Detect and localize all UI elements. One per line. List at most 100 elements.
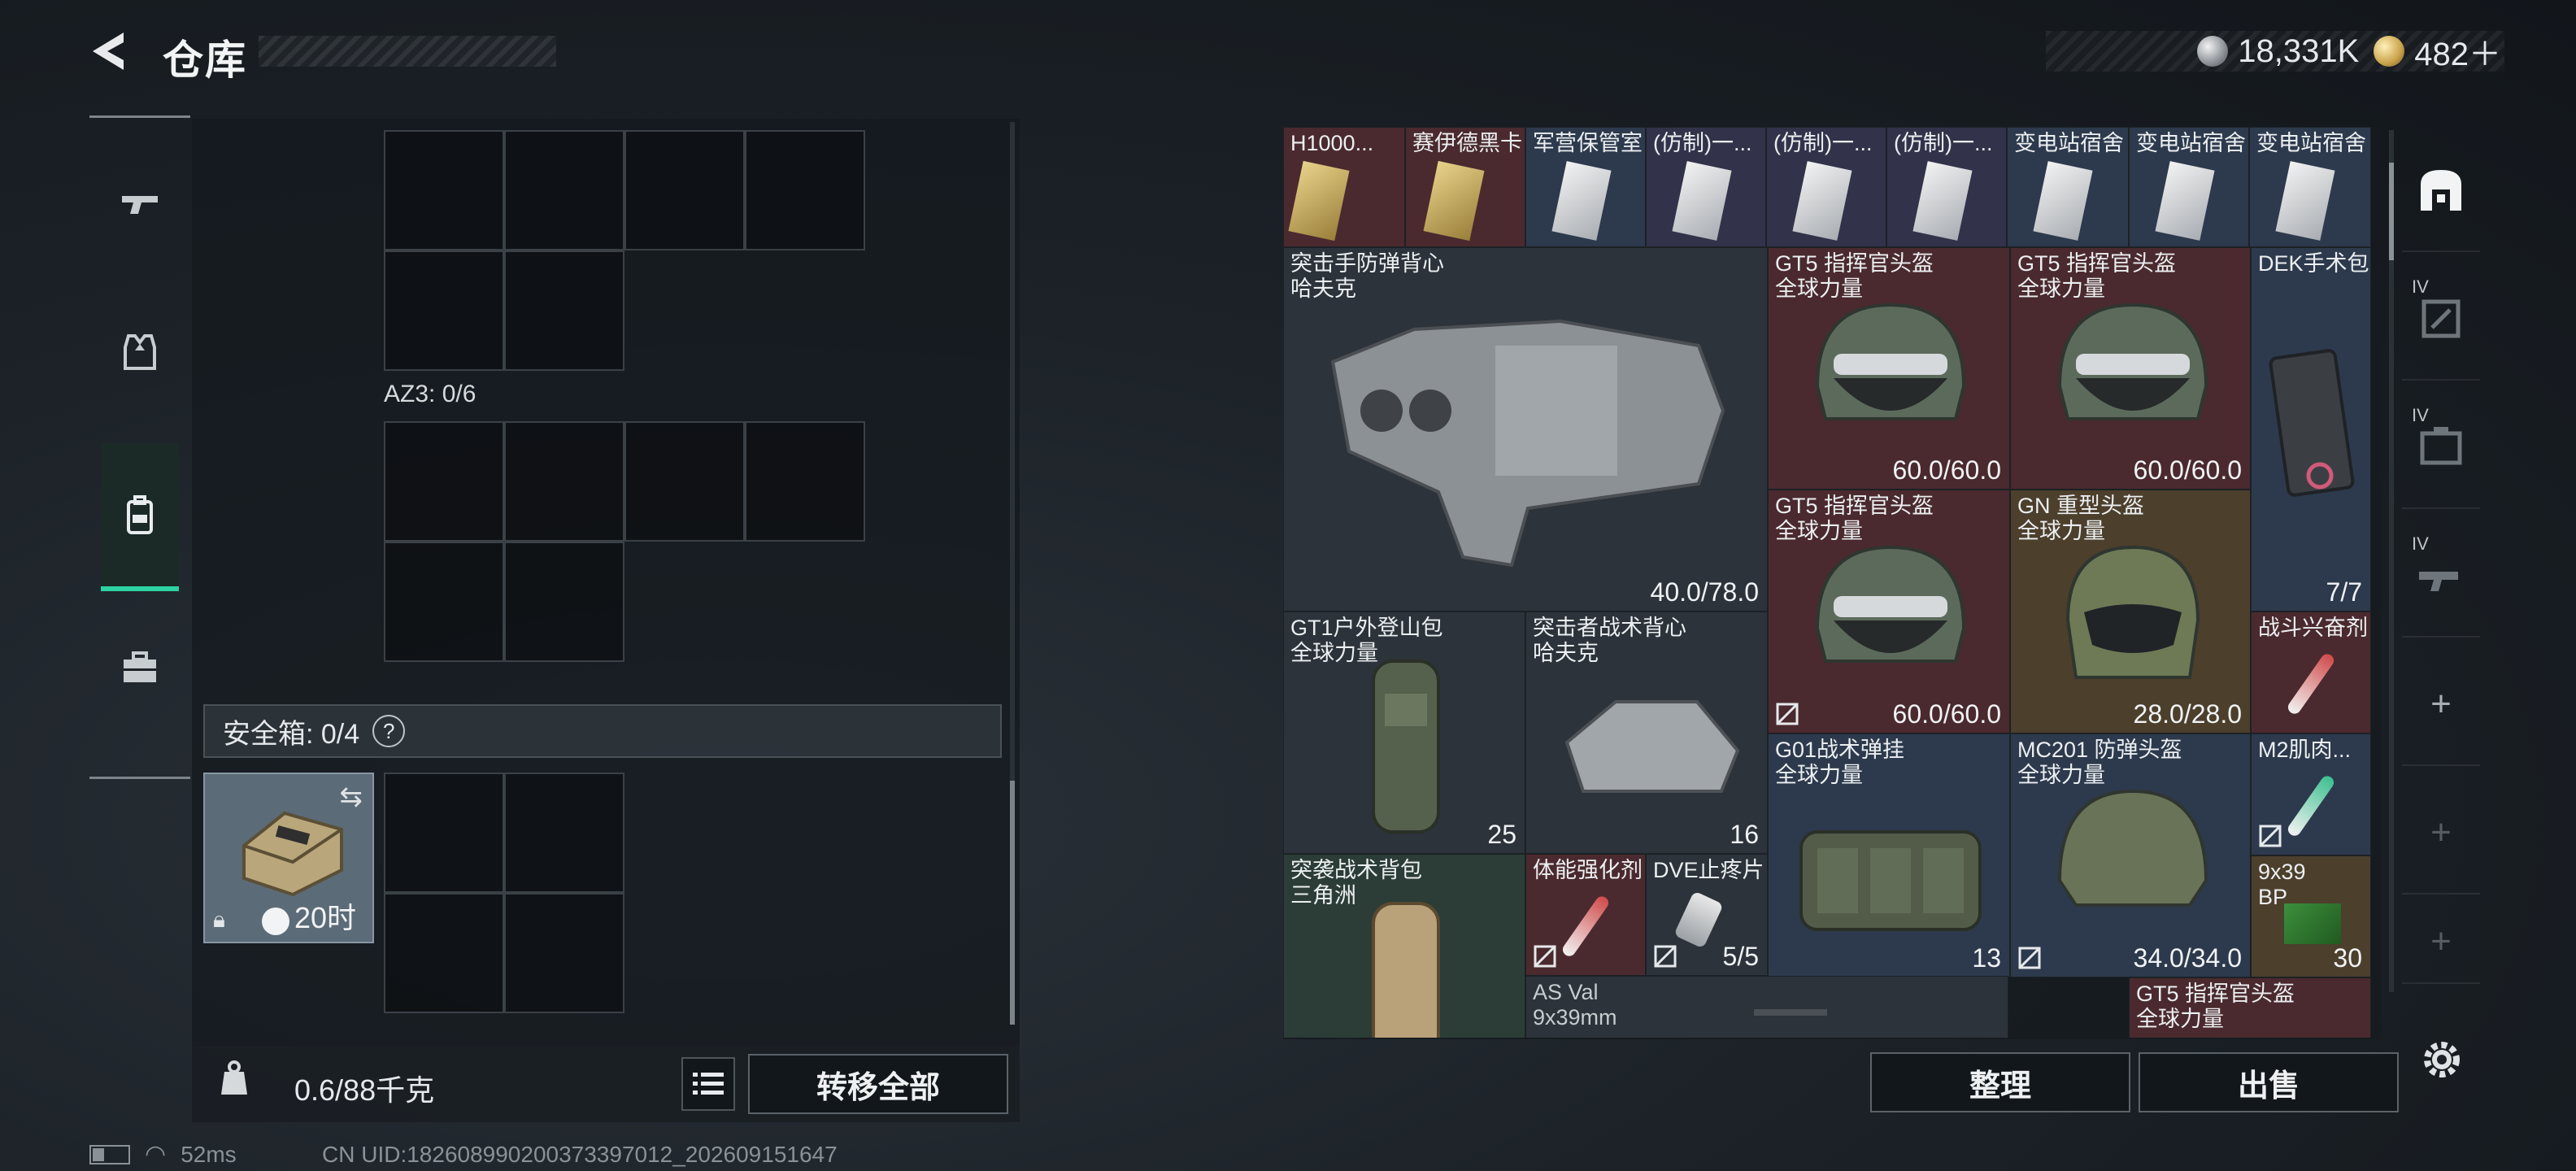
container-iv-3-icon	[2419, 572, 2458, 591]
item-stamina-booster[interactable]: 体能强化剂	[1525, 854, 1646, 976]
help-icon[interactable]: ?	[372, 715, 406, 747]
ping-value: 52ms	[181, 1141, 237, 1167]
item-replica-key-3[interactable]: (仿制)一...	[1886, 127, 2007, 247]
item-combat-stim[interactable]: 战斗兴奋剂	[2251, 612, 2371, 734]
back-icon[interactable]	[88, 28, 135, 75]
grid-slot[interactable]	[384, 773, 504, 893]
keycard-icon	[2275, 161, 2335, 241]
item-g01-chest-rig[interactable]: G01战术弹挂 全球力量 13	[1768, 734, 2010, 977]
currency-gold-value: 482＋	[2414, 37, 2501, 72]
grid-slot[interactable]	[504, 773, 624, 893]
item-gt5-helmet-2[interactable]: GT5 指挥官头盔 全球力量 60.0/60.0	[2010, 247, 2251, 490]
item-gt5-helmet-4[interactable]: GT5 指挥官头盔 全球力量	[2129, 977, 2371, 1038]
az3-label: AZ3: 0/6	[384, 381, 476, 407]
tactical-vest-icon	[1564, 700, 1740, 793]
grid-slot[interactable]	[384, 130, 504, 250]
container-tabs: IV IV IV + + +	[2391, 130, 2491, 1000]
item-gt5-helmet-3[interactable]: GT5 指挥官头盔 全球力量 60.0/60.0	[1768, 490, 2010, 734]
uid-text: CN UID:1826089902003733970​12_2026091516…	[322, 1142, 838, 1167]
currency-gold[interactable]: 482＋	[2374, 28, 2501, 75]
container-iv-1-icon	[2422, 299, 2461, 338]
body-armor-icon	[1330, 319, 1725, 568]
page-title: 仓库	[163, 37, 247, 83]
grid-slot[interactable]	[624, 130, 745, 250]
grid-slot[interactable]	[504, 421, 624, 542]
list-icon	[693, 1073, 724, 1095]
item-mc201-helmet[interactable]: MC201 防弹头盔 全球力量 34.0/34.0	[2010, 734, 2251, 977]
weight-value: 0.6/88千克	[294, 1073, 435, 1107]
inventory-grid: H1000... 赛伊德黑卡 军营保管室 (仿制)一... (仿制)一... (…	[1283, 127, 2381, 1038]
gear-icon[interactable]	[2415, 1033, 2469, 1086]
medkit-icon	[2269, 349, 2355, 497]
item-gt5-helmet-1[interactable]: GT5 指挥官头盔 全球力量 60.0/60.0	[1768, 247, 2010, 490]
tab-safehouse[interactable]	[2402, 130, 2480, 252]
safe-box-label: 安全箱: 0/4	[223, 718, 360, 750]
storage-scroll-thumb[interactable]	[1010, 781, 1015, 1025]
item-raid-backpack[interactable]: 突袭战术背包 三角洲	[1283, 854, 1525, 1038]
toolbox-icon	[124, 651, 156, 682]
tab-container-iv-2[interactable]: IV	[2402, 387, 2480, 509]
item-9x39-ammo[interactable]: 9x39 BP 30	[2251, 855, 2371, 977]
add-slot-button-2[interactable]: +	[2402, 773, 2480, 895]
swap-icon[interactable]: ⇆	[340, 781, 363, 813]
item-replica-key-2[interactable]: (仿制)一...	[1766, 127, 1886, 247]
grid-slot[interactable]	[745, 421, 865, 542]
transfer-all-button[interactable]: 转移全部	[748, 1054, 1008, 1114]
item-substation-key-3[interactable]: 变电站宿舍	[2249, 127, 2371, 247]
grid-slot[interactable]	[504, 542, 624, 662]
tab-container-iv-1[interactable]: IV	[2402, 259, 2480, 381]
grid-slot[interactable]	[384, 421, 504, 542]
grid-slot[interactable]	[504, 250, 624, 371]
tab-armor[interactable]	[101, 281, 179, 424]
item-m2-muscle-stim[interactable]: M2肌肉...	[2251, 734, 2371, 855]
item-raider-vest[interactable]: 突击者战术背心 哈夫克 16	[1525, 612, 1768, 854]
tab-weapons[interactable]	[101, 133, 179, 276]
grid-slot[interactable]	[624, 421, 745, 542]
grid-slot[interactable]	[745, 130, 865, 250]
list-view-button[interactable]	[681, 1057, 735, 1111]
grid-slot[interactable]	[504, 130, 624, 250]
sort-button[interactable]: 整理	[1870, 1052, 2130, 1112]
safe-case-icon	[242, 811, 343, 897]
tab-toolbox[interactable]	[101, 596, 179, 739]
weight-icon	[221, 1060, 247, 1095]
keycard-icon	[1551, 161, 1612, 241]
item-sayid-card[interactable]: 赛伊德黑卡	[1405, 127, 1525, 247]
currency-silver[interactable]: 18,331K	[2197, 33, 2359, 70]
safehouse-icon	[2421, 170, 2461, 211]
add-slot-button-3[interactable]: +	[2402, 901, 2480, 984]
wifi-icon: ◠	[145, 1141, 167, 1168]
item-gn-heavy-helmet[interactable]: GN 重型头盔 全球力量 28.0/28.0	[2010, 490, 2251, 734]
item-h1000-card[interactable]: H1000...	[1283, 127, 1405, 247]
safe-box-item[interactable]: ⇆ 🔒︎ 20时	[203, 773, 374, 943]
container-iv-2-icon	[2420, 427, 2462, 465]
currency-bar: 18,331K 482＋	[2046, 31, 2504, 72]
item-as-val[interactable]: AS Val 9x39mm	[1525, 976, 2008, 1038]
item-replica-key-1[interactable]: (仿制)一...	[1646, 127, 1766, 247]
grid-slot[interactable]	[384, 250, 504, 371]
helmet-icon	[2057, 303, 2208, 420]
syringe-icon	[2285, 651, 2337, 716]
grid-slot[interactable]	[504, 893, 624, 1013]
item-substation-key-2[interactable]: 变电站宿舍	[2129, 127, 2249, 247]
card-icon	[1288, 160, 1350, 242]
tab-backpack[interactable]	[101, 443, 179, 591]
item-barracks-key[interactable]: 军营保管室	[1525, 127, 1646, 247]
no-insure-icon	[1776, 703, 1799, 725]
no-insure-icon	[2018, 947, 2041, 969]
item-gt1-backpack[interactable]: GT1户外登山包 全球力量 25	[1283, 612, 1525, 854]
item-assault-vest[interactable]: 突击手防弹背心 哈夫克 40.0/78.0	[1283, 247, 1768, 612]
sell-button[interactable]: 出售	[2139, 1052, 2399, 1112]
safe-timer: 20时	[294, 901, 357, 934]
grid-slot[interactable]	[384, 542, 504, 662]
item-dek-surgery-kit[interactable]: DEK手术包 7/7	[2251, 247, 2371, 612]
tab-container-iv-3[interactable]: IV	[2402, 516, 2480, 638]
add-slot-button-1[interactable]: +	[2402, 644, 2480, 766]
lock-icon: 🔒︎	[213, 907, 225, 932]
item-substation-key-1[interactable]: 变电站宿舍	[2007, 127, 2129, 247]
backpack-icon	[1372, 902, 1440, 1038]
silver-coin-icon	[2197, 36, 2229, 67]
clock-icon	[262, 908, 289, 935]
grid-slot[interactable]	[384, 893, 504, 1013]
item-dve-painkiller[interactable]: DVE止疼片 5/5	[1646, 854, 1768, 976]
